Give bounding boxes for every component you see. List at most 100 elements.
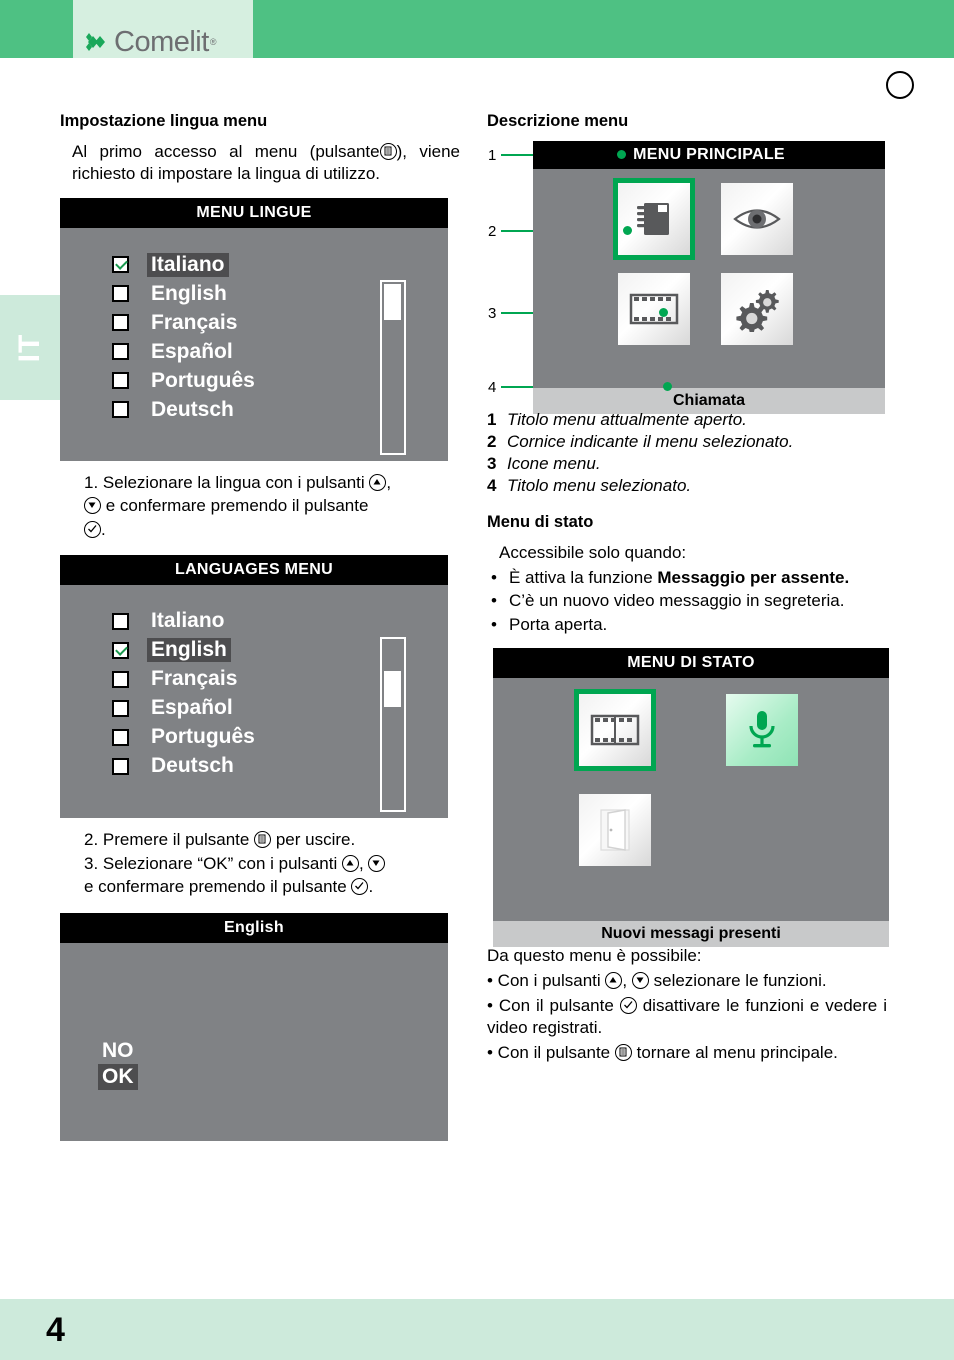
screen-confirm: English NO OK: [60, 912, 448, 1141]
callout-dot-4: [663, 381, 672, 391]
bullet-dot: •: [491, 567, 497, 587]
outro-bullet-2: • Con il pulsante disattivare le funzion…: [487, 995, 887, 1040]
legend-text: Icone menu.: [507, 453, 601, 473]
bullet-dot: •: [491, 591, 497, 611]
status-menu-bullets: • È attiva la funzione Messaggio per ass…: [487, 567, 887, 637]
scrollbar-thumb[interactable]: [384, 670, 401, 707]
screen-menu-lingue: MENU LINGUE Italiano English Français Es…: [60, 198, 448, 462]
outro-text: • Con il pulsante: [487, 995, 614, 1015]
step-text-3: e confermare premendo il pulsante: [105, 496, 369, 516]
language-label: Português: [151, 368, 255, 392]
outro-text-2: tornare al menu principale.: [636, 1042, 838, 1062]
status-icon-door-open[interactable]: [579, 794, 651, 867]
checkbox-italiano[interactable]: [112, 256, 129, 274]
checkbox-deutsch[interactable]: [112, 401, 129, 419]
legend-text: Titolo menu selezionato.: [507, 476, 692, 496]
language-tab-label: IT: [13, 333, 46, 362]
checkbox-english[interactable]: [112, 285, 129, 303]
status-icon-microphone[interactable]: [726, 694, 798, 767]
intro-paragraph: Al primo accesso al menu (pulsante), vie…: [60, 141, 460, 186]
checkbox-english[interactable]: [112, 641, 129, 659]
screen-languages-menu: LANGUAGES MENU Italiano English Français: [60, 554, 448, 818]
step-text-2: ,: [358, 854, 364, 874]
callout-number-4: 4: [488, 378, 497, 396]
language-label: Deutsch: [151, 397, 234, 421]
list-item[interactable]: Italiano: [112, 607, 448, 636]
language-label: Português: [151, 725, 255, 749]
comelit-logo: Comelit ®: [86, 27, 216, 57]
menu-icon-eye[interactable]: [721, 182, 793, 255]
legend-number: 4: [487, 476, 497, 496]
checkbox-italiano[interactable]: [112, 612, 129, 630]
checkbox-espanol[interactable]: [112, 699, 129, 717]
language-label: Français: [151, 310, 238, 334]
address-book-icon: [637, 202, 669, 235]
film-strip-icon: [590, 715, 640, 746]
confirm-button-icon: [619, 996, 637, 1014]
step-text: 3. Selezionare “OK” con i pulsanti: [84, 854, 338, 874]
microphone-icon: [749, 711, 775, 748]
down-arrow-button-icon: [84, 497, 101, 515]
callout-number-3: 3: [488, 304, 497, 322]
list-item: 4 Titolo menu selezionato.: [487, 475, 887, 497]
up-arrow-button-icon: [341, 855, 359, 873]
menu-icon-address-book[interactable]: [613, 177, 695, 260]
scrollbar[interactable]: [380, 636, 406, 812]
menu-button-icon: [379, 142, 397, 160]
list-item: • C’è un nuovo video messaggio in segret…: [487, 590, 887, 613]
right-column: Descrizione menu 1 2 3 4 MENU PRINCIPALE: [487, 112, 889, 1064]
outro-intro: Da questo menu è possibile:: [487, 946, 702, 966]
scrollbar[interactable]: [380, 280, 406, 456]
bullet-dot: •: [491, 614, 497, 634]
list-item: • Porta aperta.: [487, 614, 887, 637]
callout-dot-3: [659, 307, 668, 317]
option-ok[interactable]: OK: [98, 1063, 138, 1090]
legend-number: 3: [487, 453, 497, 473]
menu-icon-gears[interactable]: [721, 272, 793, 345]
bullet-bold: Messaggio per assente.: [657, 567, 850, 587]
section-title-descrizione: Descrizione menu: [487, 112, 629, 130]
language-label: Español: [151, 696, 233, 720]
menu-button-icon: [614, 1043, 632, 1061]
menu-icon-film-strip[interactable]: [618, 272, 690, 345]
confirm-button-icon: [84, 520, 101, 538]
screen-menu-principale: MENU PRINCIPALE Chiamata: [533, 140, 885, 414]
screen-title: LANGUAGES MENU: [60, 554, 448, 585]
outro-text: • Con il pulsante: [487, 1042, 611, 1062]
language-label: English: [151, 281, 227, 305]
screen-title: MENU DI STATO: [493, 648, 889, 679]
scrollbar-thumb[interactable]: [384, 284, 401, 321]
checkbox-espanol[interactable]: [112, 343, 129, 361]
list-item: 3. Selezionare “OK” con i pulsanti , e c…: [60, 852, 460, 899]
checkbox-deutsch[interactable]: [112, 757, 129, 775]
step-text-4: .: [101, 519, 106, 539]
checkbox-portugues[interactable]: [112, 728, 129, 746]
language-label: Español: [151, 339, 233, 363]
list-item[interactable]: Italiano: [112, 250, 448, 279]
option-no[interactable]: NO: [98, 1038, 138, 1064]
footer-band: [0, 1299, 954, 1360]
screen-body: [493, 678, 889, 921]
bullet-text: C’è un nuovo video messaggio in segreter…: [509, 591, 845, 611]
screen-body: Italiano English Français Español Portug…: [60, 228, 448, 461]
outro-text: • Con i pulsanti: [487, 971, 601, 991]
step-text: 2. Premere il pulsante: [84, 829, 250, 849]
page-title: Impostazione lingua menu: [60, 112, 268, 130]
brand-text: Comelit: [114, 25, 209, 58]
screen-title: English: [60, 912, 448, 943]
language-tab: IT: [0, 295, 60, 400]
bullet-text: È attiva la funzione: [509, 567, 658, 587]
list-item: 2. Premere il pulsante per uscire.: [60, 828, 460, 851]
main-menu-figure: 1 2 3 4 MENU PRINCIPALE Chiamata: [487, 140, 887, 414]
list-item: 1 Titolo menu attualmente aperto.: [487, 409, 887, 431]
screen-title: MENU LINGUE: [60, 198, 448, 229]
screen-body: NO OK: [60, 943, 448, 1236]
checkbox-francais[interactable]: [112, 670, 129, 688]
screen-body: [533, 169, 885, 388]
checkbox-portugues[interactable]: [112, 372, 129, 390]
language-label: Deutsch: [151, 754, 234, 778]
outro-text-2: ,: [622, 971, 628, 991]
checkbox-francais[interactable]: [112, 314, 129, 332]
legend-list: 1 Titolo menu attualmente aperto. 2 Corn…: [487, 409, 887, 497]
status-icon-film-strip[interactable]: [574, 689, 656, 772]
